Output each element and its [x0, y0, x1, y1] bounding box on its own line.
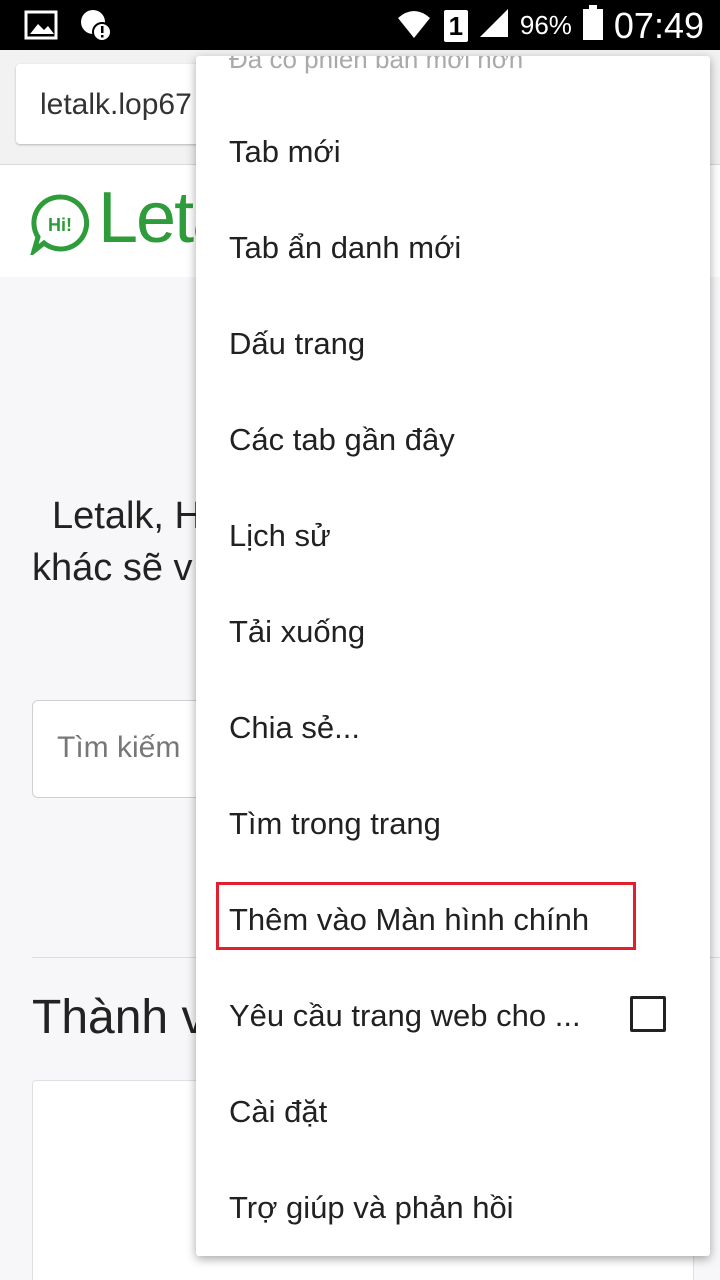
menu-item-label: Tab mới — [229, 134, 341, 169]
browser-overflow-menu: Đã có phiên bản mới hơn Tab mới Tab ẩn d… — [196, 56, 710, 1256]
search-placeholder: Tìm kiếm — [57, 731, 181, 764]
menu-item-find-in-page[interactable]: Tìm trong trang — [196, 776, 710, 872]
menu-item-label: Trợ giúp và phản hồi — [229, 1190, 514, 1225]
status-bar: 1 96% 07:49 — [0, 0, 720, 50]
sim-slot-badge: 1 — [443, 9, 468, 42]
menu-item-request-desktop-site[interactable]: Yêu cầu trang web cho ... — [196, 968, 710, 1064]
battery-icon — [582, 5, 604, 46]
signal-icon — [478, 7, 510, 44]
menu-item-label: Tìm trong trang — [229, 806, 441, 841]
menu-item-label: Yêu cầu trang web cho ... — [229, 998, 581, 1033]
menu-item-downloads[interactable]: Tải xuống — [196, 584, 710, 680]
status-bar-left — [24, 8, 112, 47]
section-title: Thành v — [32, 991, 206, 1044]
menu-item-label: Chia sẻ... — [229, 710, 360, 745]
menu-item-bookmarks[interactable]: Dấu trang — [196, 296, 710, 392]
status-bar-right: 1 96% 07:49 — [394, 4, 704, 47]
chat-bubble-logo-icon[interactable]: Hi! — [29, 193, 92, 260]
update-available-hint[interactable]: Đã có phiên bản mới hơn — [229, 56, 523, 75]
menu-item-label: Lịch sử — [229, 518, 331, 553]
menu-item-share[interactable]: Chia sẻ... — [196, 680, 710, 776]
url-text[interactable]: letalk.lop67 — [40, 88, 192, 122]
menu-item-label: Thêm vào Màn hình chính — [229, 902, 590, 937]
menu-item-settings[interactable]: Cài đặt — [196, 1064, 710, 1160]
alert-icon — [78, 8, 112, 47]
image-icon — [24, 10, 58, 45]
menu-item-label: Tab ẩn danh mới — [229, 230, 462, 265]
menu-item-recent-tabs[interactable]: Các tab gần đây — [196, 392, 710, 488]
menu-item-history[interactable]: Lịch sử — [196, 488, 710, 584]
clock: 07:49 — [613, 4, 704, 46]
menu-item-new-tab[interactable]: Tab mới — [196, 104, 710, 200]
menu-item-help-feedback[interactable]: Trợ giúp và phản hồi — [196, 1160, 710, 1256]
menu-item-label: Dấu trang — [229, 326, 366, 361]
logo-bubble-text: Hi! — [48, 215, 72, 235]
intro-line-1: Letalk, H — [52, 495, 202, 537]
intro-line-2: khác sẽ v — [32, 547, 193, 589]
battery-percent: 96% — [519, 10, 572, 40]
menu-item-add-to-home-screen[interactable]: Thêm vào Màn hình chính — [196, 872, 710, 968]
menu-item-new-incognito-tab[interactable]: Tab ẩn danh mới — [196, 200, 710, 296]
intro-text: Letalk, H khác sẽ v — [32, 490, 202, 594]
menu-item-label: Cài đặt — [229, 1094, 328, 1129]
menu-item-label: Các tab gần đây — [229, 422, 455, 457]
desktop-site-checkbox[interactable] — [630, 996, 666, 1032]
menu-item-label: Tải xuống — [229, 614, 366, 649]
wifi-icon — [394, 4, 434, 47]
